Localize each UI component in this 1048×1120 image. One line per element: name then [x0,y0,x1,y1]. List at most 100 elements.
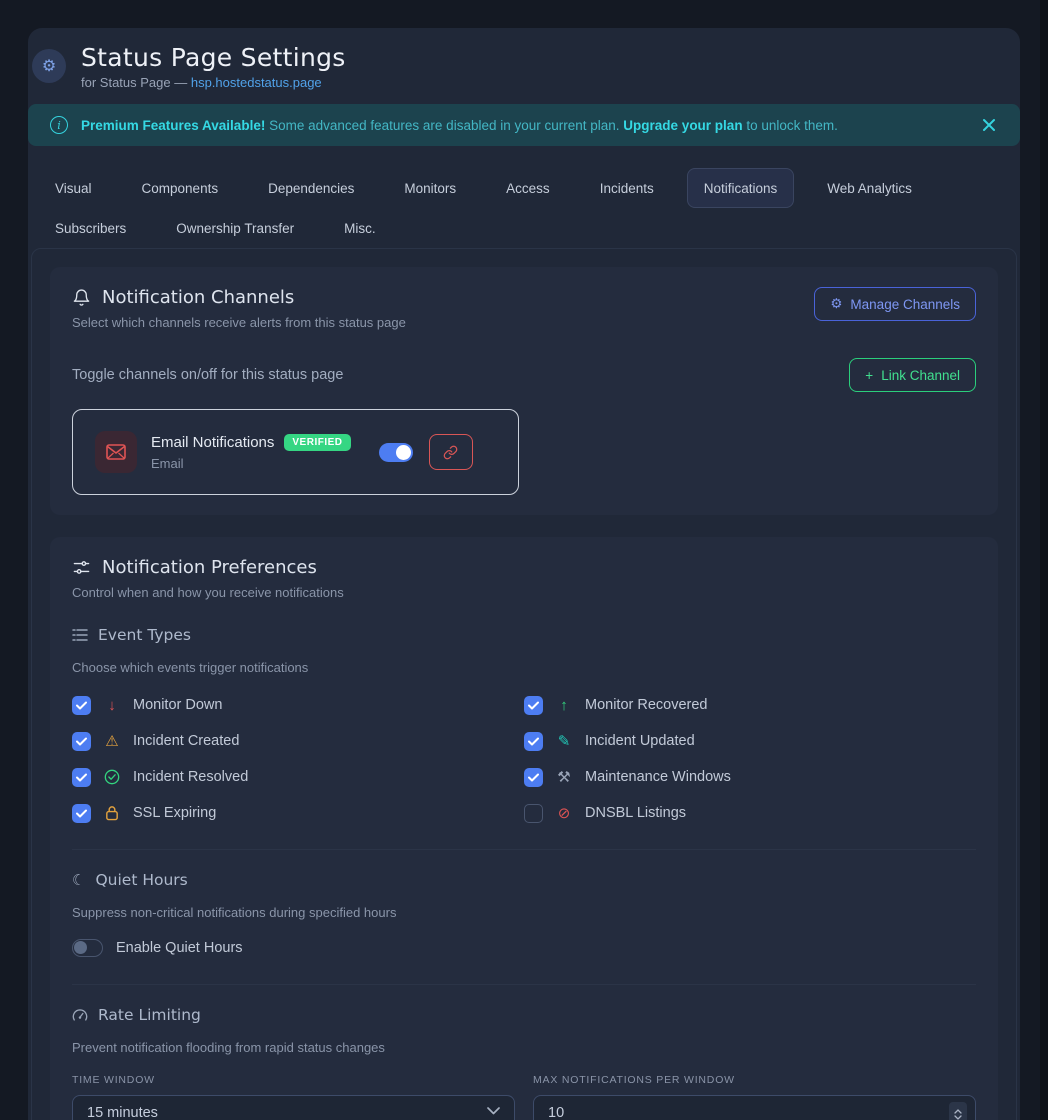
check-icon [528,773,539,782]
event-label: Maintenance Windows [585,769,731,785]
tab-notifications[interactable]: Notifications [687,168,795,208]
lock-icon [102,805,122,821]
gauge-icon [72,1008,88,1022]
time-window-select[interactable]: 15 minutes [72,1095,515,1120]
list-icon [72,628,88,642]
email-channel-avatar [95,431,137,473]
event-label: DNSBL Listings [585,805,686,821]
banner-message: Premium Features Available! Some advance… [81,118,838,133]
subtitle-text: for Status Page — [81,75,191,90]
checkbox-dnsbl-listings[interactable] [524,804,543,823]
preferences-title: Notification Preferences [102,557,317,578]
event-label: Incident Resolved [133,769,248,785]
scrollbar-track[interactable] [1040,0,1048,1120]
event-types-subtitle: Choose which events trigger notification… [72,660,976,675]
upgrade-plan-link[interactable]: Upgrade your plan [623,118,742,133]
warning-triangle-icon: ⚠ [102,732,122,750]
chevron-up-icon [954,1109,962,1114]
time-window-value: 15 minutes [87,1105,158,1120]
info-icon: i [50,116,68,134]
tab-dependencies[interactable]: Dependencies [251,168,371,208]
time-window-label: TIME WINDOW [72,1074,515,1086]
banner-bold-text: Premium Features Available! [81,118,265,133]
banner-close-button[interactable] [978,114,1000,136]
event-incident-updated: ✎ Incident Updated [524,730,976,752]
event-ssl-expiring: SSL Expiring [72,802,524,824]
checkbox-monitor-recovered[interactable] [524,696,543,715]
email-channel-toggle[interactable] [379,443,413,462]
gear-icon: ⚙ [830,296,842,312]
max-notifications-field: MAX NOTIFICATIONS PER WINDOW [533,1074,976,1120]
moon-icon: ☾ [72,871,85,889]
number-stepper[interactable] [949,1102,967,1120]
link-channel-label: Link Channel [881,368,960,383]
settings-tabs: Visual Components Dependencies Monitors … [28,168,1020,246]
event-types-section: Event Types Choose which events trigger … [72,626,976,824]
settings-gear-avatar: ⚙ [32,49,66,83]
toggle-knob [396,445,411,460]
page-subtitle: for Status Page — hsp.hostedstatus.page [81,75,346,90]
toggle-hint: Toggle channels on/off for this status p… [72,367,343,383]
checkbox-incident-updated[interactable] [524,732,543,751]
channel-name: Email Notifications [151,434,274,451]
quiet-hours-section: ☾ Quiet Hours Suppress non-critical noti… [72,871,976,957]
tab-monitors[interactable]: Monitors [387,168,473,208]
event-label: Monitor Down [133,697,222,713]
max-notifications-input[interactable] [548,1105,961,1120]
tab-incidents[interactable]: Incidents [583,168,671,208]
notifications-panel: Notification Channels Select which chann… [31,248,1017,1120]
checkbox-monitor-down[interactable] [72,696,91,715]
rate-limiting-section: Rate Limiting Prevent notification flood… [72,1006,976,1120]
tab-misc[interactable]: Misc. [327,208,393,248]
event-monitor-recovered: ↑ Monitor Recovered [524,694,976,716]
envelope-icon [106,444,126,460]
gear-icon: ⚙ [42,56,56,76]
checkbox-incident-resolved[interactable] [72,768,91,787]
checkbox-ssl-expiring[interactable] [72,804,91,823]
tab-access[interactable]: Access [489,168,567,208]
quiet-hours-subtitle: Suppress non-critical notifications duri… [72,905,976,920]
quiet-hours-toggle[interactable] [72,939,103,957]
manage-channels-label: Manage Channels [850,297,960,312]
bell-icon [72,288,91,308]
event-incident-resolved: Incident Resolved [72,766,524,788]
notification-channels-card: Notification Channels Select which chann… [50,267,998,515]
page-header: ⚙ Status Page Settings for Status Page —… [28,28,1020,94]
notification-preferences-card: Notification Preferences Control when an… [50,537,998,1120]
tab-web-analytics[interactable]: Web Analytics [810,168,929,208]
circle-check-icon [102,769,122,785]
event-label: Incident Updated [585,733,695,749]
link-channel-button[interactable]: + Link Channel [849,358,976,392]
preferences-subtitle: Control when and how you receive notific… [72,585,344,600]
event-label: SSL Expiring [133,805,216,821]
checkbox-incident-created[interactable] [72,732,91,751]
check-icon [528,701,539,710]
tab-ownership-transfer[interactable]: Ownership Transfer [159,208,311,248]
event-label: Monitor Recovered [585,697,708,713]
unlink-channel-button[interactable] [429,434,473,470]
banner-suffix-text: to unlock them. [743,118,838,133]
event-label: Incident Created [133,733,239,749]
toggle-knob [74,941,87,954]
quiet-hours-toggle-label: Enable Quiet Hours [116,940,243,956]
event-maintenance-windows: ⚒ Maintenance Windows [524,766,976,788]
tools-icon: ⚒ [554,768,574,786]
time-window-field: TIME WINDOW 15 minutes [72,1074,515,1120]
premium-banner: i Premium Features Available! Some advan… [28,104,1020,146]
checkbox-maintenance-windows[interactable] [524,768,543,787]
tab-subscribers[interactable]: Subscribers [38,208,143,248]
channel-type: Email [151,456,351,471]
event-types-title: Event Types [98,626,191,644]
tab-components[interactable]: Components [125,168,236,208]
chevron-down-icon [487,1107,500,1115]
status-page-link[interactable]: hsp.hostedstatus.page [191,75,322,90]
sliders-icon [72,558,91,577]
pencil-icon: ✎ [554,732,574,750]
divider [72,849,976,850]
event-monitor-down: ↓ Monitor Down [72,694,524,716]
tab-visual[interactable]: Visual [38,168,109,208]
tab-row-1: Visual Components Dependencies Monitors … [38,168,1020,208]
event-dnsbl-listings: ⊘ DNSBL Listings [524,802,976,824]
event-types-grid: ↓ Monitor Down ↑ Monitor Recovered [72,694,976,824]
manage-channels-button[interactable]: ⚙ Manage Channels [814,287,976,321]
